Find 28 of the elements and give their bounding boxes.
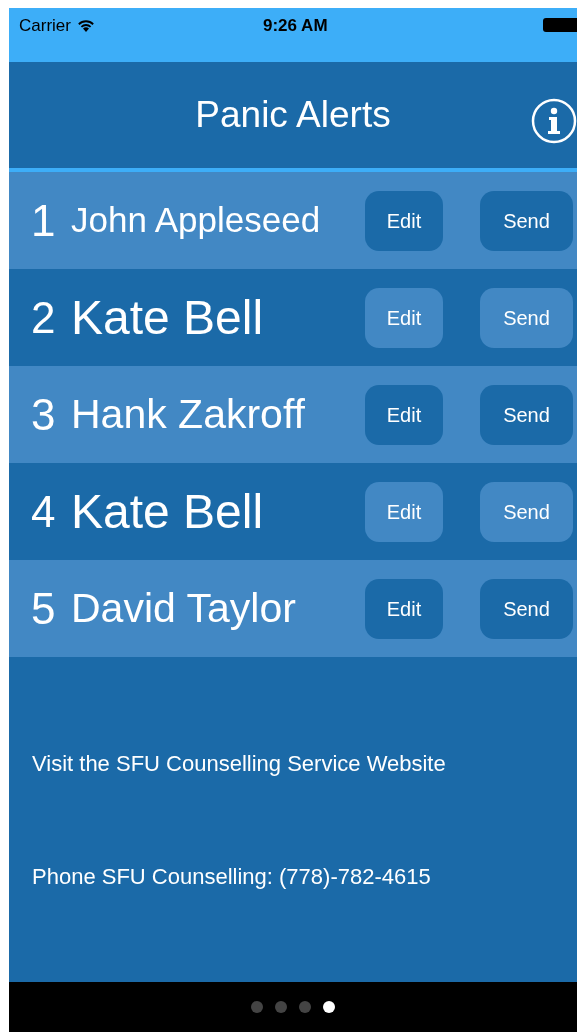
contact-number: 3 [31,392,57,437]
edit-button[interactable]: Edit [365,287,443,348]
link[interactable]: Visit the SFU Counselling Service Website [32,747,446,780]
carrier-label: Carrier [19,15,71,37]
contact-number: 5 [31,586,57,631]
edit-button[interactable]: Edit [365,481,443,542]
info-icon[interactable] [531,98,577,144]
nav-title: Panic Alerts [195,93,391,138]
send-button[interactable]: Send [480,384,573,445]
edit-button[interactable]: Edit [365,190,443,251]
contact-name: Kate Bell [71,484,264,538]
contact-number: 2 [31,295,57,340]
edit-button[interactable]: Edit [365,578,443,639]
send-button[interactable]: Send [480,190,573,251]
send-button[interactable]: Send [480,481,573,542]
contact-number: 4 [31,489,57,534]
edit-button[interactable]: Edit [365,384,443,445]
contact-name: Kate Bell [71,290,264,344]
send-button[interactable]: Send [480,287,573,348]
contact-number: 1 [31,198,57,243]
contact-name: John Appleseed [71,200,321,239]
status-time: 9:26 AM [263,15,328,37]
send-button[interactable]: Send [480,578,573,639]
battery-icon [543,18,577,32]
contact-name: Hank Zakroff [71,391,305,437]
wifi-icon [76,18,95,33]
link[interactable]: Phone SFU Counselling: (778)-782-4615 [32,860,431,893]
contact-name: David Taylor [71,585,296,631]
